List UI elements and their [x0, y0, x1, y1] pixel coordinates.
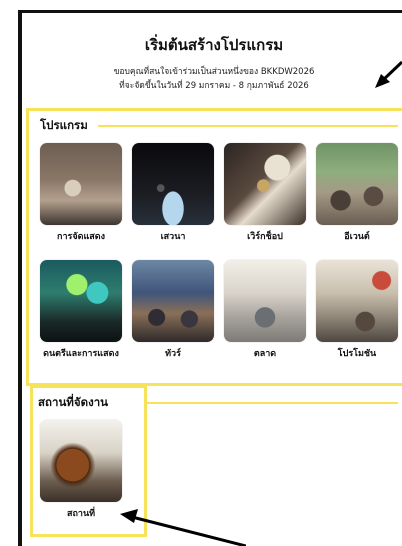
- program-card-label: เสวนา: [160, 232, 186, 242]
- window-frame-left: [18, 10, 22, 546]
- program-card-market[interactable]: ตลาด: [224, 260, 306, 361]
- subtitle-line-2: ที่จะจัดขึ้นในวันที่ 29 มกราคม - 8 กุมภา…: [119, 81, 309, 91]
- program-card-workshop[interactable]: เวิร์กช็อป: [224, 143, 306, 244]
- exhibition-photo: [40, 143, 122, 225]
- program-card-label: ตลาด: [253, 349, 277, 359]
- workshop-photo: [224, 143, 306, 225]
- venue-section-divider: [147, 402, 398, 404]
- venue-card[interactable]: สถานที่: [40, 420, 122, 521]
- program-card-promotion[interactable]: โปรโมชัน: [316, 260, 398, 361]
- program-card-label: อีเวนต์: [344, 232, 370, 242]
- venue-section-title: สถานที่จัดงาน: [38, 395, 109, 409]
- program-card-label: โปรโมชัน: [337, 349, 377, 359]
- program-card-tour[interactable]: ทัวร์: [132, 260, 214, 361]
- program-card-exhibition[interactable]: การจัดแสดง: [40, 143, 122, 244]
- program-section-divider: [98, 125, 398, 127]
- page-header: เริ่มต้นสร้างโปรแกรม ขอบคุณที่สนใจเข้าร่…: [26, 13, 402, 108]
- page-title: เริ่มต้นสร้างโปรแกรม: [144, 36, 284, 54]
- program-card-label: การจัดแสดง: [57, 232, 105, 242]
- program-card-event[interactable]: อีเวนต์: [316, 143, 398, 244]
- venue-photo: [40, 420, 122, 502]
- program-section-title: โปรแกรม: [40, 118, 88, 132]
- program-card-label: ดนตรีและการแสดง: [43, 349, 119, 359]
- annotation-arrow-bottom-icon: [120, 509, 246, 546]
- program-card-label: เวิร์กช็อป: [247, 232, 283, 242]
- annotation-arrow-top-icon: [375, 60, 402, 88]
- program-card-talk[interactable]: เสวนา: [132, 143, 214, 244]
- subtitle-line-1: ขอบคุณที่สนใจเข้าร่วมเป็นส่วนหนึ่งของ BK…: [113, 67, 315, 77]
- talk-photo: [132, 143, 214, 225]
- promotion-photo: [316, 260, 398, 342]
- page-subtitle: ขอบคุณที่สนใจเข้าร่วมเป็นส่วนหนึ่งของ BK…: [26, 65, 402, 93]
- tour-photo: [132, 260, 214, 342]
- program-card-music-performance[interactable]: ดนตรีและการแสดง: [40, 260, 122, 361]
- event-photo: [316, 143, 398, 225]
- program-card-label: ทัวร์: [165, 349, 181, 359]
- page: เริ่มต้นสร้างโปรแกรม ขอบคุณที่สนใจเข้าร่…: [0, 0, 402, 546]
- music-performance-photo: [40, 260, 122, 342]
- venue-card-label: สถานที่: [66, 509, 96, 519]
- market-photo: [224, 260, 306, 342]
